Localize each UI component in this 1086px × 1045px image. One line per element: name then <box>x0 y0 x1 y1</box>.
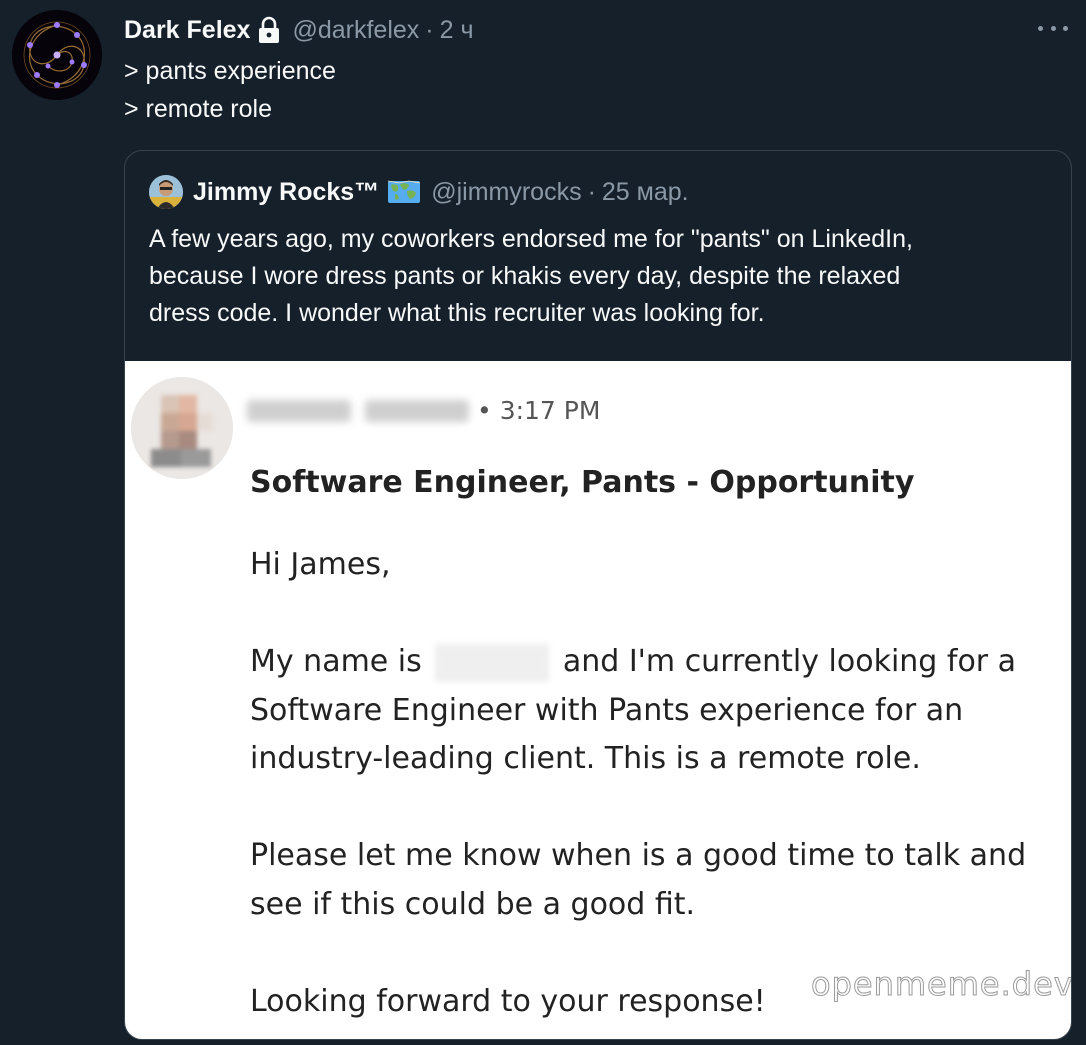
quoted-tweet-date[interactable]: 25 мар. <box>602 178 689 207</box>
author-avatar[interactable] <box>12 10 102 100</box>
tweet-text-line: > remote role <box>124 95 272 123</box>
separator-dot: · <box>425 15 434 44</box>
quoted-text-line: dress code. I wonder what this recruiter… <box>149 299 765 327</box>
message-line: Please let me know when is a good time t… <box>250 838 1027 873</box>
message-line: see if this could be a good fit. <box>250 886 696 922</box>
message-body: Hi James, My name is and I'm currently l… <box>250 541 1026 1026</box>
blurred-sender-avatar <box>131 377 233 479</box>
message-subject: Software Engineer, Pants - Opportunity <box>250 465 915 500</box>
quoted-text-line: A few years ago, my coworkers endorsed m… <box>149 225 913 253</box>
tweet-text: > pants experience > remote role <box>124 52 336 128</box>
lock-icon <box>256 16 282 44</box>
world-map-icon <box>387 179 421 205</box>
tweet-text-line: > pants experience <box>124 57 336 85</box>
message-text: and I'm currently looking for a <box>562 644 1017 679</box>
quoted-text-line: because I wore dress pants or khakis eve… <box>149 262 901 290</box>
quoted-author-name[interactable]: Jimmy Rocks™ <box>193 178 379 207</box>
watermark: openmeme.dev <box>811 965 1072 1004</box>
tweet-time[interactable]: 2 ч <box>440 16 474 45</box>
quoted-tweet-text: A few years ago, my coworkers endorsed m… <box>149 221 1049 332</box>
quoted-tweet-header: Jimmy Rocks™ @jimmyrocks · 25 мар. <box>149 175 689 209</box>
message-line: Software Engineer with Pants experience … <box>250 692 964 728</box>
tweet[interactable]: Dark Felex @darkfelex · 2 ч > pants expe… <box>0 0 1086 1045</box>
author-handle[interactable]: @darkfelex <box>292 16 419 45</box>
quoted-tweet[interactable]: Jimmy Rocks™ @jimmyrocks · 25 мар. A few… <box>124 150 1072 1040</box>
quoted-author-handle[interactable]: @jimmyrocks <box>431 178 581 207</box>
message-text: My name is <box>250 644 422 679</box>
quoted-author-avatar[interactable] <box>149 175 183 209</box>
message-line: My name is and I'm currently looking for… <box>250 638 1026 687</box>
more-options-icon[interactable] <box>1038 18 1068 38</box>
message-time: • 3:17 PM <box>477 396 601 425</box>
redacted-name <box>435 643 550 682</box>
message-greeting: Hi James, <box>250 547 391 582</box>
tweet-header: Dark Felex @darkfelex · 2 ч <box>124 12 474 48</box>
blurred-sender-name <box>247 393 483 429</box>
message-line: industry-leading client. This is a remot… <box>250 741 921 776</box>
author-name[interactable]: Dark Felex <box>124 16 250 45</box>
separator-dot: · <box>587 177 596 206</box>
attached-image[interactable]: • 3:17 PM Software Engineer, Pants - Opp… <box>125 361 1071 1039</box>
